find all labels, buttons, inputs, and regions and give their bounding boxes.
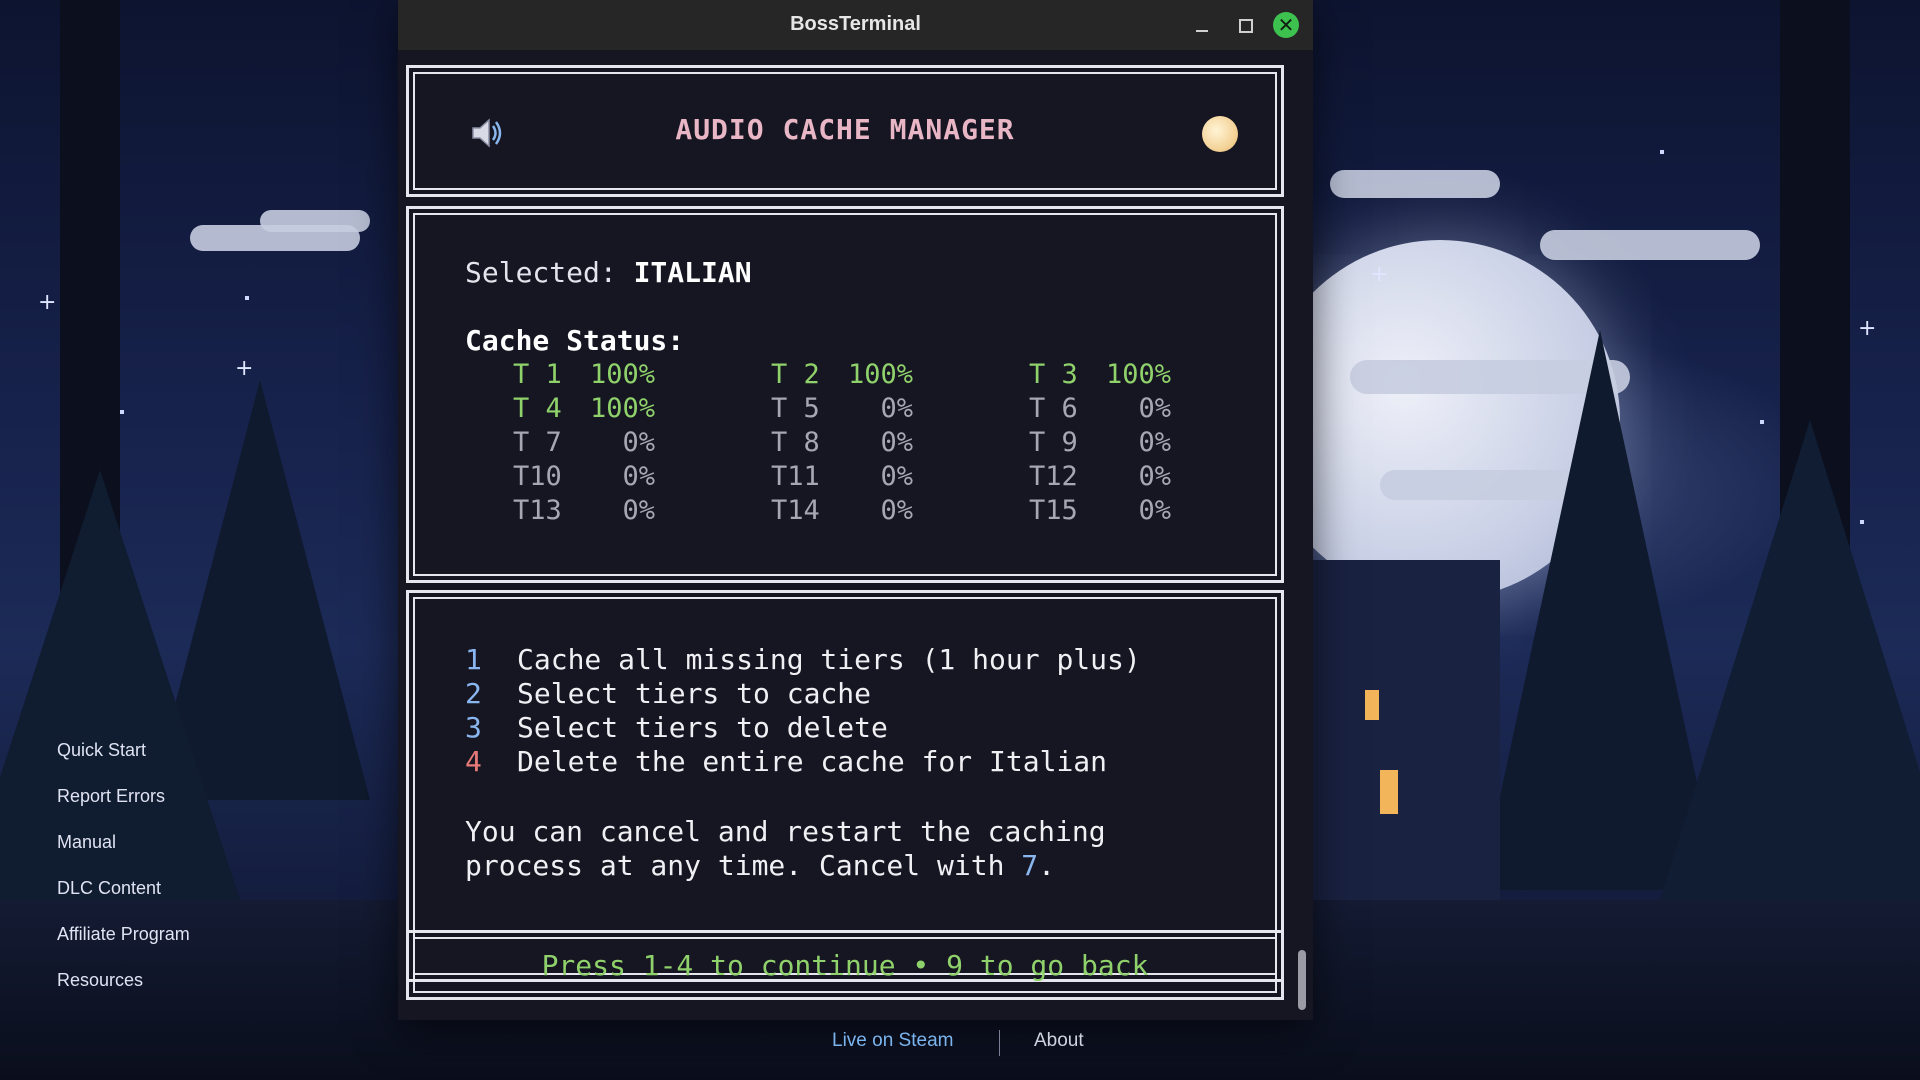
sidebar-item-dlc-content[interactable]: DLC Content — [57, 874, 190, 920]
tier-item: T 6 0% — [1029, 393, 1171, 424]
tier-item: T 1 100% — [513, 359, 655, 390]
star: + — [235, 356, 254, 381]
cancel-note: You can cancel and restart the caching p… — [465, 815, 1106, 882]
terminal-window: BossTerminal ✕ AUDIO CACHE MANAGER Selec… — [398, 0, 1313, 1020]
scrollbar[interactable] — [1298, 950, 1306, 1010]
star: + — [1858, 316, 1877, 341]
cache-status-panel: Selected: ITALIAN Cache Status: T 1 100% … — [406, 206, 1284, 583]
tier-item: T11 0% — [771, 461, 913, 492]
cloud — [260, 210, 370, 232]
star — [120, 410, 124, 414]
tier-item: T13 0% — [513, 495, 655, 526]
castle-window — [1380, 770, 1398, 814]
sidebar: Quick Start Report Errors Manual DLC Con… — [57, 736, 190, 1012]
sidebar-item-affiliate-program[interactable]: Affiliate Program — [57, 920, 190, 966]
menu-option-4[interactable]: 4 Delete the entire cache for Italian — [465, 745, 1107, 778]
page-title: AUDIO CACHE MANAGER — [675, 113, 1015, 146]
moon-icon[interactable] — [1202, 116, 1238, 152]
tier-item: T 8 0% — [771, 427, 913, 458]
tier-item: T 7 0% — [513, 427, 655, 458]
star: + — [1370, 262, 1389, 287]
tier-item: T 4 100% — [513, 393, 655, 424]
maximize-button[interactable] — [1232, 12, 1258, 38]
close-icon: ✕ — [1277, 13, 1295, 37]
window-titlebar[interactable]: BossTerminal ✕ — [398, 0, 1313, 50]
star: + — [38, 290, 57, 315]
about-link[interactable]: About — [1034, 1030, 1084, 1052]
close-button[interactable]: ✕ — [1273, 12, 1299, 38]
selected-value: ITALIAN — [633, 256, 752, 289]
selected-label: Selected: — [465, 256, 617, 289]
menu-option-1[interactable]: 1 Cache all missing tiers (1 hour plus) — [465, 643, 1141, 676]
sidebar-item-manual[interactable]: Manual — [57, 828, 190, 874]
menu-option-2[interactable]: 2 Select tiers to cache — [465, 677, 871, 710]
footer-panel: Press 1-4 to continue • 9 to go back — [406, 930, 1284, 1000]
tier-item: T 5 0% — [771, 393, 913, 424]
menu-panel: 1 Cache all missing tiers (1 hour plus) 2… — [406, 590, 1284, 982]
cloud — [1330, 170, 1500, 198]
tier-item: T 3 100% — [1029, 359, 1171, 390]
tier-item: T12 0% — [1029, 461, 1171, 492]
menu-option-3[interactable]: 3 Select tiers to delete — [465, 711, 888, 744]
sidebar-item-resources[interactable]: Resources — [57, 966, 190, 1012]
cloud — [1540, 230, 1760, 260]
footer-hint: Press 1-4 to continue • 9 to go back — [541, 949, 1149, 982]
selected-language: Selected: ITALIAN — [465, 256, 752, 289]
tier-item: T15 0% — [1029, 495, 1171, 526]
live-on-steam-link[interactable]: Live on Steam — [832, 1030, 953, 1052]
header-panel: AUDIO CACHE MANAGER — [406, 65, 1284, 197]
cache-status-label: Cache Status: — [465, 324, 685, 357]
star — [245, 296, 249, 300]
castle-window — [1365, 690, 1379, 720]
tier-item: T14 0% — [771, 495, 913, 526]
minimize-button[interactable] — [1189, 12, 1215, 38]
tier-item: T10 0% — [513, 461, 655, 492]
sidebar-item-report-errors[interactable]: Report Errors — [57, 782, 190, 828]
pine-tree — [1660, 420, 1920, 900]
sidebar-item-quick-start[interactable]: Quick Start — [57, 736, 190, 782]
window-title: BossTerminal — [790, 13, 921, 35]
link-separator — [999, 1030, 1000, 1056]
tier-item: T 9 0% — [1029, 427, 1171, 458]
terminal-content: AUDIO CACHE MANAGER Selected: ITALIAN Ca… — [398, 50, 1313, 1020]
tier-item: T 2 100% — [771, 359, 913, 390]
star — [1660, 150, 1664, 154]
